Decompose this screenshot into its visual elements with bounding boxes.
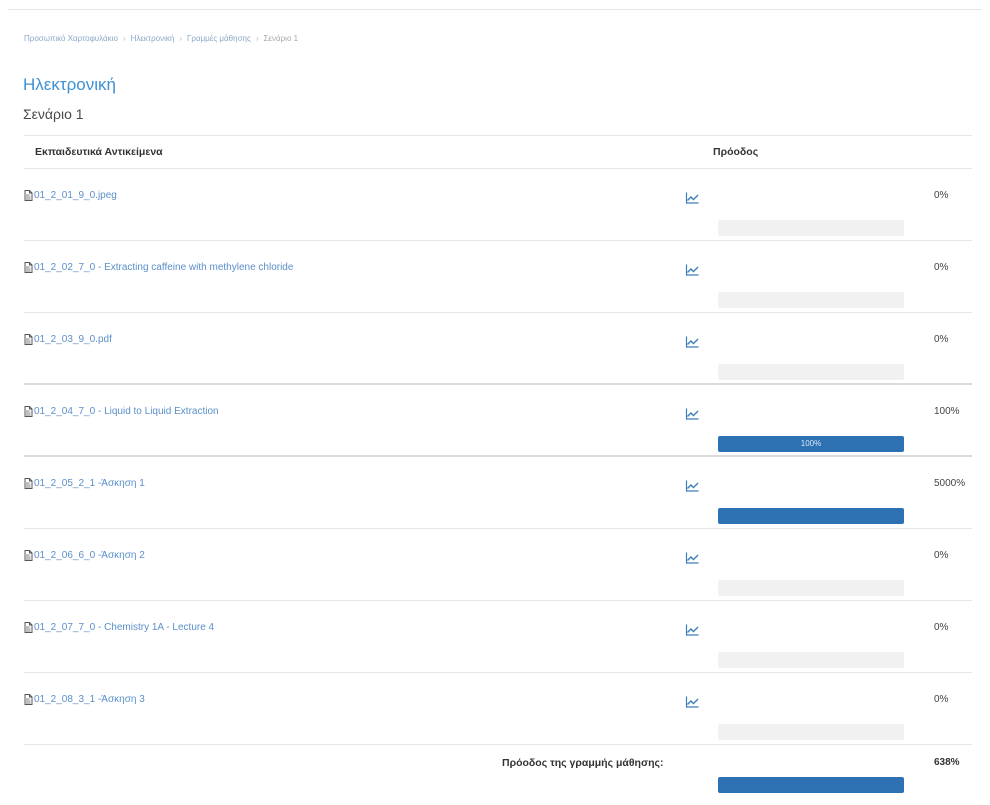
total-progress-bar <box>718 777 904 793</box>
learning-object-name: 01_2_08_3_1 -Άσκηση 3 <box>34 694 145 705</box>
learning-object-name: 01_2_07_7_0 - Chemistry 1A - Lecture 4 <box>34 622 215 633</box>
breadcrumb: Προσωπικό Χαρτοφυλάκιο › Ηλεκτρονική › Γραμμ… <box>24 34 298 43</box>
line-chart-icon[interactable] <box>685 695 699 708</box>
course-title: Ηλεκτρονική <box>23 75 116 94</box>
progress-bar <box>718 508 904 524</box>
breadcrumb-separator: › <box>122 34 126 43</box>
breadcrumb-current: Σενάριο 1 <box>263 34 299 43</box>
progress-percent: 100% <box>934 406 960 417</box>
learning-object-link[interactable]: 01_2_02_7_0 - Extracting caffeine with m… <box>24 262 293 273</box>
progress-bar <box>718 220 904 236</box>
file-icon <box>24 262 33 273</box>
file-icon <box>24 622 33 633</box>
progress-bar <box>718 580 904 596</box>
table-row: 01_2_04_7_0 - Liquid to Liquid Extractio… <box>24 385 972 457</box>
total-progress-bar-fill <box>718 777 904 793</box>
line-chart-icon[interactable] <box>685 623 699 636</box>
progress-percent: 0% <box>934 694 949 705</box>
line-chart-icon[interactable] <box>685 335 699 348</box>
progress-percent: 5000% <box>934 478 966 489</box>
table-row: 01_2_03_9_0.pdf 0% <box>24 313 972 385</box>
progress-percent: 0% <box>934 262 949 273</box>
learning-object-name: 01_2_01_9_0.jpeg <box>34 190 117 201</box>
learning-object-link[interactable]: 01_2_05_2_1 -Άσκηση 1 <box>24 478 145 489</box>
column-header-progress: Πρόοδος <box>713 146 759 158</box>
progress-bar: 100% <box>718 436 904 452</box>
breadcrumb-course[interactable]: Ηλεκτρονική <box>131 34 175 43</box>
progress-bar <box>718 652 904 668</box>
file-icon <box>24 478 33 489</box>
learning-object-name: 01_2_05_2_1 -Άσκηση 1 <box>34 478 145 489</box>
breadcrumb-separator: › <box>179 34 182 43</box>
table-header: Εκπαιδευτικά Αντικείμενα Πρόοδος <box>24 135 972 169</box>
progress-bar <box>718 364 904 380</box>
learning-object-name: 01_2_03_9_0.pdf <box>34 334 112 345</box>
table-row: 01_2_07_7_0 - Chemistry 1A - Lecture 4 0% <box>24 601 972 673</box>
table-row: 01_2_01_9_0.jpeg 0% <box>24 169 972 241</box>
progress-percent: 0% <box>934 334 949 345</box>
table-body: 01_2_01_9_0.jpeg 0% 01_2_02_7_0 - Extracti… <box>24 169 972 745</box>
column-header-objects: Εκπαιδευτικά Αντικείμενα <box>35 146 163 158</box>
line-chart-icon[interactable] <box>685 191 699 204</box>
progress-percent: 0% <box>934 550 949 561</box>
line-chart-icon[interactable] <box>685 263 699 276</box>
learning-object-name: 01_2_04_7_0 - Liquid to Liquid Extractio… <box>34 406 219 417</box>
table-row: 01_2_05_2_1 -Άσκηση 1 5000% <box>24 457 972 529</box>
learning-objects-table: Εκπαιδευτικά Αντικείμενα Πρόοδος 01_2_01… <box>24 135 972 805</box>
learning-object-link[interactable]: 01_2_07_7_0 - Chemistry 1A - Lecture 4 <box>24 622 214 633</box>
table-row: 01_2_02_7_0 - Extracting caffeine with m… <box>24 241 972 313</box>
line-chart-icon[interactable] <box>685 407 699 420</box>
progress-bar-fill: 100% <box>718 436 904 452</box>
progress-percent: 0% <box>934 190 949 201</box>
learning-object-link[interactable]: 01_2_01_9_0.jpeg <box>24 190 117 201</box>
total-row: Πρόοδος της γραμμής μάθησης: 638% <box>24 745 972 805</box>
breadcrumb-learning-paths[interactable]: Γραμμές μάθησης <box>187 34 251 43</box>
line-chart-icon[interactable] <box>685 479 699 492</box>
line-chart-icon[interactable] <box>685 551 699 564</box>
learning-object-link[interactable]: 01_2_03_9_0.pdf <box>24 334 112 345</box>
file-icon <box>24 406 33 417</box>
top-divider <box>8 9 982 10</box>
table-row: 01_2_08_3_1 -Άσκηση 3 0% <box>24 673 972 745</box>
file-icon <box>24 190 33 201</box>
total-progress-label: Πρόοδος της γραμμής μάθησης: <box>502 757 664 769</box>
learning-object-name: 01_2_02_7_0 - Extracting caffeine with m… <box>34 262 294 273</box>
total-progress-percent: 638% <box>934 757 960 768</box>
file-icon <box>24 550 33 561</box>
breadcrumb-portfolio[interactable]: Προσωπικό Χαρτοφυλάκιο <box>24 34 118 43</box>
progress-bar-fill <box>718 508 904 524</box>
progress-bar <box>718 724 904 740</box>
progress-percent: 0% <box>934 622 949 633</box>
learning-object-name: 01_2_06_6_0 -Άσκηση 2 <box>34 550 145 561</box>
breadcrumb-separator: › <box>255 34 259 43</box>
table-row: 01_2_06_6_0 -Άσκηση 2 0% <box>24 529 972 601</box>
learning-object-link[interactable]: 01_2_04_7_0 - Liquid to Liquid Extractio… <box>24 406 219 417</box>
learning-object-link[interactable]: 01_2_06_6_0 -Άσκηση 2 <box>24 550 145 561</box>
file-icon <box>24 334 33 345</box>
section-title: Σενάριο 1 <box>23 106 84 122</box>
progress-bar <box>718 292 904 308</box>
learning-object-link[interactable]: 01_2_08_3_1 -Άσκηση 3 <box>24 694 145 705</box>
file-icon <box>24 694 33 705</box>
